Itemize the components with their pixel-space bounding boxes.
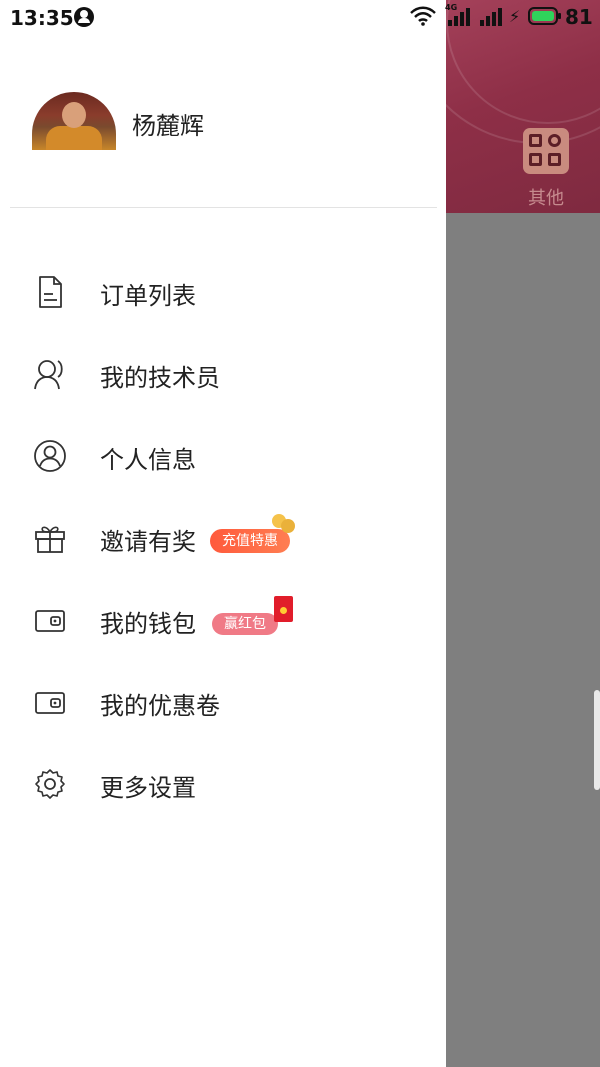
menu-item-label: 邀请有奖 (100, 528, 196, 556)
menu-item-label: 订单列表 (100, 282, 196, 310)
menu-item-orders[interactable]: 订单列表 (0, 262, 446, 322)
menu-item-label: 我的优惠卷 (100, 692, 220, 720)
menu-item-settings[interactable]: 更多设置 (0, 754, 446, 814)
status-time: 13:35 (10, 6, 74, 30)
gear-icon (35, 769, 65, 799)
red-packet-icon (274, 596, 293, 622)
battery-icon (528, 7, 561, 25)
coupon-wallet-icon (35, 692, 65, 714)
menu-item-personal-info[interactable]: 个人信息 (0, 426, 446, 486)
menu-item-label: 个人信息 (100, 446, 196, 474)
other-grid-icon (523, 128, 569, 174)
document-icon (39, 276, 62, 308)
user-circle-icon (34, 440, 66, 472)
menu-item-label: 我的技术员 (100, 364, 220, 392)
avatar[interactable] (32, 92, 116, 150)
charging-icon: ⚡ (509, 7, 521, 26)
wifi-icon (410, 6, 436, 26)
drawer-overlay[interactable] (446, 213, 600, 1067)
status-bar: 13:35 4G ⚡ 81 (0, 0, 600, 34)
signal-icon (448, 8, 470, 26)
other-label: 其他 (528, 188, 564, 209)
edge-handle (594, 690, 600, 790)
red-packet-badge: 赢红包 (212, 613, 278, 635)
menu-item-technician[interactable]: 我的技术员 (0, 344, 446, 404)
battery-level: 81 (565, 5, 593, 29)
technician-icon (34, 360, 63, 390)
account-notification-icon (74, 7, 94, 27)
wallet-icon (35, 610, 65, 632)
divider (10, 207, 437, 208)
navigation-drawer: 杨麓辉 订单列表 我的技术员 个人信息 邀请有奖 充值特惠 我的钱包 赢红包 我… (0, 0, 446, 1067)
username[interactable]: 杨麓辉 (132, 106, 204, 141)
menu-item-label: 我的钱包 (100, 610, 196, 638)
signal-icon-2 (480, 8, 502, 26)
gift-icon (35, 526, 65, 553)
menu-item-label: 更多设置 (100, 774, 196, 802)
coins-icon (272, 514, 296, 534)
menu-item-coupons[interactable]: 我的优惠卷 (0, 672, 446, 732)
